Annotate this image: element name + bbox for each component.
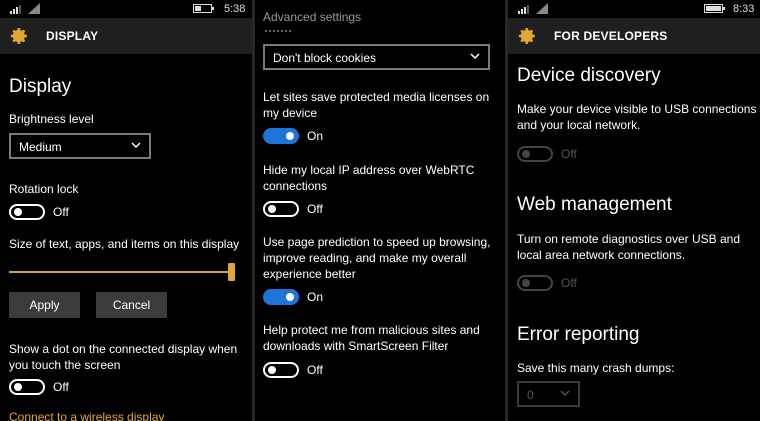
media-licenses-label: Let sites save protected media licenses …: [263, 90, 490, 120]
touch-dot-state: Off: [53, 380, 69, 394]
chevron-down-icon: [560, 390, 570, 397]
apply-button[interactable]: Apply: [9, 292, 80, 318]
slider-track: [9, 271, 231, 273]
page-header: DISPLAY: [0, 18, 252, 54]
developers-settings-screen: 8:33 FOR DEVELOPERS Device discovery Mak…: [508, 0, 760, 421]
hide-ip-state: Off: [307, 202, 323, 216]
device-discovery-title: Device discovery: [517, 65, 661, 86]
web-management-toggle[interactable]: [517, 275, 553, 291]
slider-thumb[interactable]: [228, 263, 235, 281]
touch-dot-toggle[interactable]: [9, 379, 45, 395]
chevron-down-icon: [131, 142, 141, 149]
web-management-desc: Turn on remote diagnostics over USB and …: [517, 232, 741, 262]
rotation-lock-toggle[interactable]: [9, 204, 45, 220]
brightness-dropdown[interactable]: Medium: [9, 133, 151, 159]
page-prediction-state: On: [307, 290, 324, 304]
rotation-lock-label: Rotation lock: [9, 182, 79, 196]
hide-ip-toggle[interactable]: [263, 201, 299, 217]
device-discovery-toggle[interactable]: [517, 146, 553, 162]
media-licenses-toggle[interactable]: [263, 128, 299, 144]
brightness-label: Brightness level: [9, 112, 94, 126]
gear-icon: [10, 28, 27, 44]
page-title: DISPLAY: [46, 29, 99, 43]
scroll-remnant: [265, 30, 291, 32]
chevron-down-icon: [470, 53, 480, 60]
page-prediction-label: Use page prediction to speed up browsing…: [263, 235, 491, 281]
brightness-value: Medium: [19, 140, 62, 154]
advanced-settings-screen: Advanced settings Don't block cookies Le…: [255, 0, 505, 421]
status-bar: 5:38: [0, 0, 252, 18]
advanced-settings-title: Advanced settings: [263, 10, 362, 24]
smartscreen-label: Help protect me from malicious sites and…: [263, 323, 480, 353]
touch-dot-label: Show a dot on the connected display when…: [9, 342, 238, 372]
crash-dumps-dropdown[interactable]: 0: [517, 381, 580, 407]
status-bar: 8:33: [508, 0, 760, 18]
device-discovery-desc: Make your device visible to USB connecti…: [517, 102, 757, 132]
page-header: FOR DEVELOPERS: [508, 18, 760, 54]
crash-dumps-value: 0: [527, 388, 534, 402]
display-settings-screen: 5:38 DISPLAY Display Brightness level Me…: [0, 0, 252, 421]
signal-icon: [518, 5, 529, 14]
section-title: Display: [9, 76, 72, 97]
error-reporting-title: Error reporting: [517, 324, 640, 345]
signal-icon: [10, 5, 21, 14]
smartscreen-toggle[interactable]: [263, 362, 299, 378]
device-discovery-state: Off: [561, 147, 577, 161]
wifi-icon: [536, 3, 548, 14]
wireless-display-link[interactable]: Connect to a wireless display: [9, 410, 164, 421]
cookies-value: Don't block cookies: [273, 51, 377, 65]
rotation-lock-state: Off: [53, 205, 69, 219]
battery-icon: [704, 4, 725, 13]
media-licenses-state: On: [307, 129, 324, 143]
status-time: 5:38: [224, 3, 246, 15]
cancel-button[interactable]: Cancel: [96, 292, 167, 318]
web-management-state: Off: [561, 276, 577, 290]
wifi-icon: [28, 3, 40, 14]
smartscreen-state: Off: [307, 363, 323, 377]
page-prediction-toggle[interactable]: [263, 289, 299, 305]
status-time: 8:33: [733, 3, 755, 15]
text-size-label: Size of text, apps, and items on this di…: [9, 237, 240, 251]
battery-icon: [193, 4, 214, 13]
crash-dumps-label: Save this many crash dumps:: [517, 361, 675, 375]
cookies-dropdown[interactable]: Don't block cookies: [263, 44, 490, 70]
web-management-title: Web management: [517, 194, 672, 215]
gear-icon: [518, 28, 535, 44]
hide-ip-label: Hide my local IP address over WebRTC con…: [263, 163, 475, 193]
page-title: FOR DEVELOPERS: [554, 29, 668, 43]
